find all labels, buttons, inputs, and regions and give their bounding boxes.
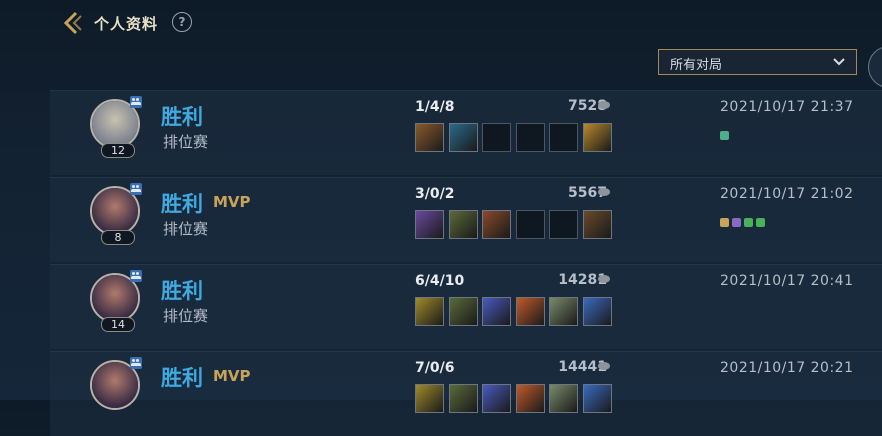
item-icon [415,297,444,326]
match-filter-dropdown[interactable]: 所有对局 [658,49,857,75]
match-row[interactable]: 12 胜利排位赛 1/4/8 7528 2021/10/17 21:37 [50,90,882,175]
match-result: 胜利 [161,366,203,390]
match-date: 2021/10/17 20:41 [720,273,854,289]
match-mode: 排位赛 [163,220,209,238]
hero-level-badge: 8 [101,230,135,245]
item-icon [415,210,444,239]
party-icon [130,270,142,282]
side-button[interactable] [868,46,882,88]
item-icon [482,297,511,326]
match-mode: 排位赛 [163,307,209,325]
mvp-badge: MVP [213,193,251,211]
gold-amount: 14281 [558,272,607,288]
kda-stat: 6/4/10 [415,273,465,289]
gold-coin-icon [598,362,610,370]
empty-item-slot [515,210,545,239]
top-bar: 个人资料 ? [0,0,882,45]
item-icon [515,384,545,413]
achievement-icon [744,218,753,227]
item-icon [482,210,511,239]
empty-item-slot [515,123,545,152]
achievement-icon [720,131,729,140]
help-icon[interactable]: ? [172,12,192,32]
item-icon [448,297,478,326]
gold-amount: 14441 [558,359,607,375]
kda-stat: 7/0/6 [415,360,455,376]
item-icon [415,384,444,413]
party-icon [130,357,142,369]
hero-level-badge: 14 [101,317,135,332]
match-result: 胜利 [161,279,203,303]
achievement-badges [720,212,768,227]
page-title: 个人资料 [94,15,159,33]
kda-stat: 1/4/8 [415,99,455,115]
item-icon [549,384,578,413]
match-row[interactable]: 胜利 MVP 7/0/6 14441 2021/10/17 20:21 [50,351,882,436]
gold-coin-icon [598,188,610,196]
kda-stat: 3/0/2 [415,186,455,202]
hero-level-badge: 12 [101,143,135,158]
item-icon [515,297,545,326]
match-row[interactable]: 14 胜利排位赛 6/4/10 14281 2021/10/17 20:41 [50,264,882,349]
item-icon [549,297,578,326]
item-icon [448,384,478,413]
party-icon [130,183,142,195]
item-icon [582,210,612,239]
party-icon [130,96,142,108]
back-chevron-icon[interactable] [60,10,86,36]
item-icon [582,297,612,326]
item-icon [582,123,612,152]
match-date: 2021/10/17 20:21 [720,360,854,376]
achievement-icon [756,218,765,227]
achievement-icon [720,218,729,227]
item-icon [415,123,444,152]
match-date: 2021/10/17 21:02 [720,186,854,202]
chevron-down-icon [833,58,845,66]
empty-item-slot [549,123,578,152]
match-result: 胜利 [161,192,203,216]
gold-amount: 5567 [568,185,607,201]
mvp-badge: MVP [213,367,251,385]
empty-item-slot [482,123,511,152]
item-icon [448,210,478,239]
match-date: 2021/10/17 21:37 [720,99,854,115]
gold-coin-icon [598,275,610,283]
item-icon [582,384,612,413]
filter-selected-label: 所有对局 [670,58,723,73]
item-icon [448,123,478,152]
gold-amount: 7528 [568,98,607,114]
match-result: 胜利 [161,105,203,129]
item-icon [482,384,511,413]
achievement-badges [720,125,732,140]
achievement-icon [732,218,741,227]
empty-item-slot [549,210,578,239]
match-mode: 排位赛 [163,133,209,151]
gold-coin-icon [598,101,610,109]
match-row[interactable]: 8 胜利 MVP 排位赛 3/0/2 5567 2021/10/17 21:02 [50,177,882,262]
